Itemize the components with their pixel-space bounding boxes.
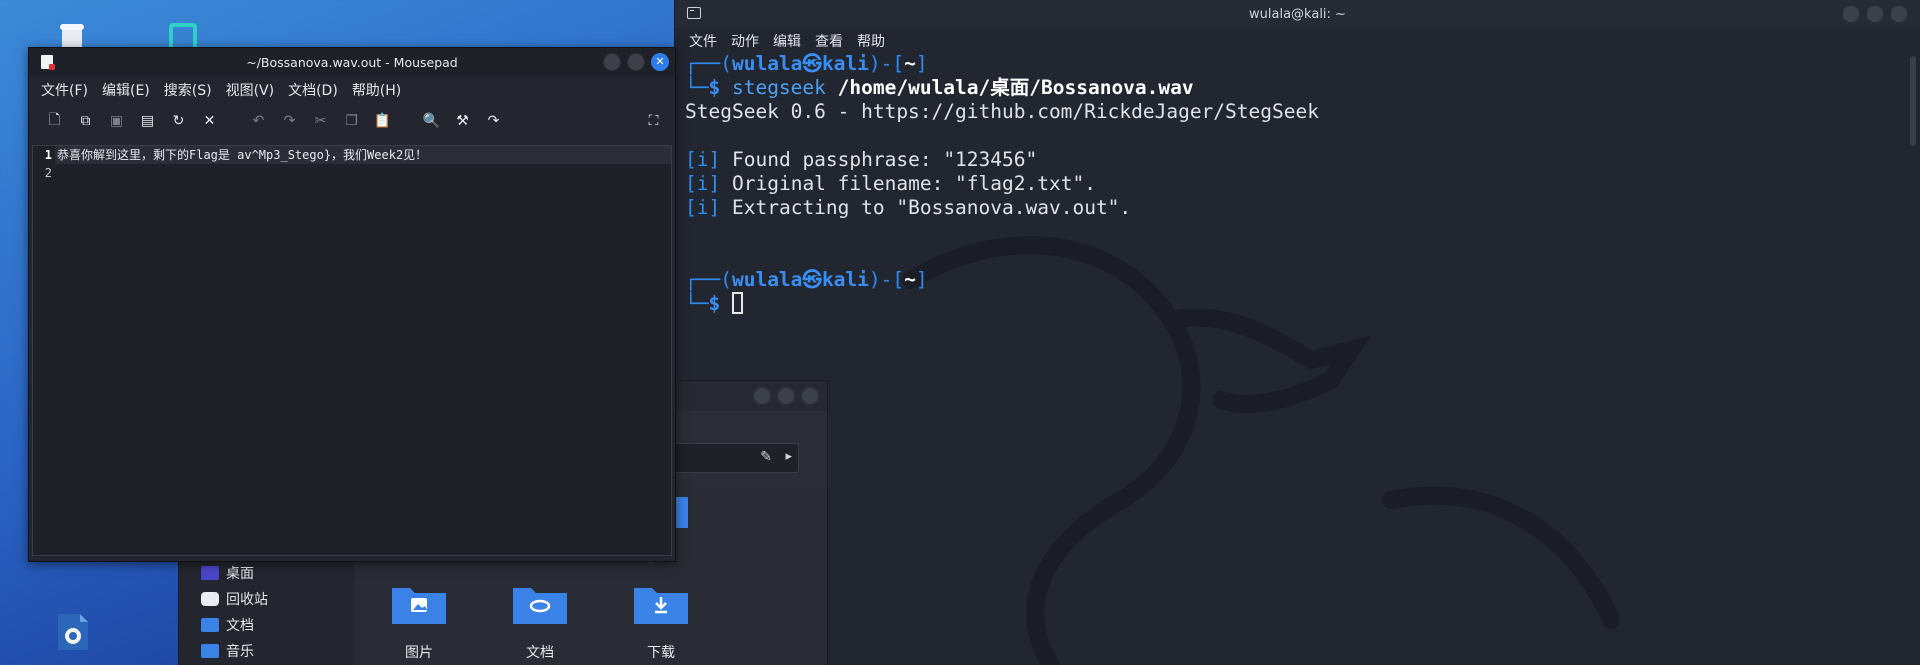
maximize-button[interactable] bbox=[627, 53, 645, 71]
mousepad-title: ~/Bossanova.wav.out - Mousepad bbox=[246, 55, 458, 70]
line-number: 2 bbox=[44, 166, 52, 180]
downloads-folder-icon bbox=[634, 588, 688, 624]
folder-documents[interactable]: 文档 bbox=[495, 582, 585, 662]
documents-icon bbox=[201, 618, 219, 632]
fullscreen-icon[interactable]: ⛶ bbox=[638, 108, 669, 134]
file-manager-sidebar: 桌面 回收站 文档 音乐 bbox=[179, 561, 354, 665]
menu-document[interactable]: 文档(D) bbox=[288, 80, 338, 100]
text-editor[interactable]: 1 2 恭喜你解到这里，剩下的Flag是 av^Mp3_Stego}，我们Wee… bbox=[32, 145, 672, 556]
menu-action[interactable]: 动作 bbox=[731, 31, 759, 51]
text-cursor bbox=[731, 292, 743, 314]
cut-icon[interactable]: ✂ bbox=[305, 108, 336, 134]
python-file-icon[interactable] bbox=[56, 612, 90, 652]
music-icon bbox=[201, 644, 219, 658]
mousepad-titlebar[interactable]: ~/Bossanova.wav.out - Mousepad ✕ bbox=[29, 48, 675, 76]
pictures-folder-icon bbox=[392, 588, 446, 624]
sidebar-item-desktop[interactable]: 桌面 bbox=[201, 563, 254, 583]
menu-edit[interactable]: 编辑 bbox=[773, 31, 801, 51]
prompt-line-2: ┌──(wulala㉿kali)-[~] bbox=[685, 268, 928, 291]
terminal-scrollbar[interactable] bbox=[1910, 56, 1916, 146]
close-button[interactable]: ✕ bbox=[651, 53, 669, 71]
banner-line: StegSeek 0.6 - https://github.com/Rickde… bbox=[685, 100, 1319, 123]
terminal-menubar: 文件 动作 编辑 查看 帮助 bbox=[675, 28, 1920, 54]
mousepad-window[interactable]: ~/Bossanova.wav.out - Mousepad ✕ 文件(F) 编… bbox=[28, 47, 676, 562]
menu-edit[interactable]: 编辑(E) bbox=[102, 80, 150, 100]
find-replace-icon[interactable]: ⚒ bbox=[447, 108, 478, 134]
reload-icon[interactable]: ↻ bbox=[163, 108, 194, 134]
menu-file[interactable]: 文件(F) bbox=[41, 80, 88, 100]
extract-line: [i] Extracting to "Bossanova.wav.out". bbox=[685, 196, 1132, 219]
trash-icon bbox=[201, 592, 219, 606]
menu-file[interactable]: 文件 bbox=[689, 31, 717, 51]
maximize-button[interactable] bbox=[1866, 5, 1884, 23]
sidebar-item-trash[interactable]: 回收站 bbox=[201, 589, 268, 609]
sidebar-item-music[interactable]: 音乐 bbox=[201, 641, 254, 661]
menu-search[interactable]: 搜索(S) bbox=[164, 80, 212, 100]
folder-downloads[interactable]: 下载 bbox=[616, 582, 706, 662]
mousepad-toolbar: 🗋 ⧉ ▣ ▤ ↻ ✕ ↶ ↷ ✂ ❐ 📋 🔍 ⚒ ↷ ⛶ bbox=[29, 104, 675, 138]
line-number: 1 bbox=[44, 148, 52, 162]
redo-icon[interactable]: ↷ bbox=[274, 108, 305, 134]
editor-line[interactable]: 恭喜你解到这里，剩下的Flag是 av^Mp3_Stego}，我们Week2见！ bbox=[55, 146, 671, 164]
chevron-right-icon[interactable]: ▸ bbox=[785, 449, 792, 464]
undo-icon[interactable]: ↶ bbox=[243, 108, 274, 134]
search-icon[interactable]: 🔍 bbox=[416, 108, 447, 134]
editor-line[interactable] bbox=[55, 164, 671, 182]
command-line: └─$ stegseek /home/wulala/桌面/Bossanova.w… bbox=[685, 76, 1194, 99]
terminal-output[interactable]: ┌──(wulala㉿kali)-[~] └─$ stegseek /home/… bbox=[685, 52, 1910, 665]
new-window-icon[interactable]: ⧉ bbox=[70, 108, 101, 134]
found-line: [i] Found passphrase: "123456" bbox=[685, 148, 1038, 171]
line-number-gutter: 1 2 bbox=[33, 146, 55, 555]
prompt-line: ┌──(wulala㉿kali)-[~] bbox=[685, 52, 928, 75]
fm-minimize-button[interactable] bbox=[753, 387, 771, 405]
menu-view[interactable]: 视图(V) bbox=[226, 80, 275, 100]
terminal-title: wulala@kali: ~ bbox=[1249, 7, 1346, 22]
goto-line-icon[interactable]: ↷ bbox=[478, 108, 509, 134]
documents-folder-icon bbox=[513, 588, 567, 624]
input-line[interactable]: └─$ bbox=[685, 292, 1910, 316]
menu-help[interactable]: 帮助(H) bbox=[352, 80, 401, 100]
new-document-icon[interactable]: 🗋 bbox=[39, 108, 70, 134]
close-button[interactable] bbox=[1890, 5, 1908, 23]
sidebar-item-documents[interactable]: 文档 bbox=[201, 615, 254, 635]
close-document-icon[interactable]: ✕ bbox=[194, 108, 225, 134]
fm-close-button[interactable] bbox=[801, 387, 819, 405]
save-as-icon[interactable]: ▤ bbox=[132, 108, 163, 134]
pencil-icon[interactable]: ✎ bbox=[760, 449, 772, 465]
save-icon[interactable]: ▣ bbox=[101, 108, 132, 134]
terminal-titlebar[interactable]: wulala@kali: ~ bbox=[675, 0, 1920, 28]
folder-pictures[interactable]: 图片 bbox=[374, 582, 464, 662]
minimize-button[interactable] bbox=[603, 53, 621, 71]
minimize-button[interactable] bbox=[1842, 5, 1860, 23]
desktop-icon bbox=[201, 566, 219, 580]
fm-maximize-button[interactable] bbox=[777, 387, 795, 405]
address-bar[interactable]: ✎ ▸ bbox=[669, 443, 799, 473]
mousepad-menubar: 文件(F) 编辑(E) 搜索(S) 视图(V) 文档(D) 帮助(H) bbox=[29, 76, 675, 104]
copy-icon[interactable]: ❐ bbox=[336, 108, 367, 134]
menu-help[interactable]: 帮助 bbox=[857, 31, 885, 51]
editor-content[interactable]: 恭喜你解到这里，剩下的Flag是 av^Mp3_Stego}，我们Week2见！ bbox=[55, 146, 671, 182]
terminal-window[interactable]: wulala@kali: ~ 文件 动作 编辑 查看 帮助 ┌──(wulala… bbox=[674, 0, 1920, 665]
paste-icon[interactable]: 📋 bbox=[367, 108, 398, 134]
menu-view[interactable]: 查看 bbox=[815, 31, 843, 51]
orig-line: [i] Original filename: "flag2.txt". bbox=[685, 172, 1096, 195]
